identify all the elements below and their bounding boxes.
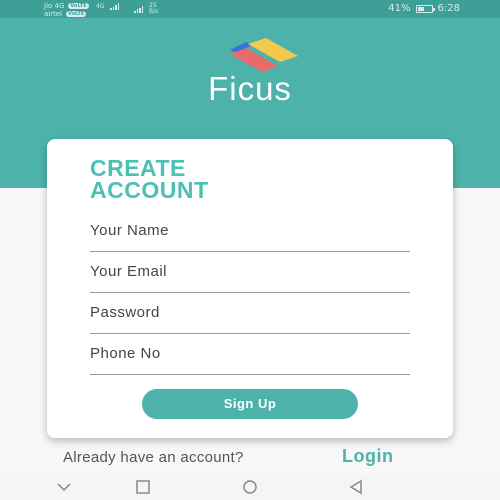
name-field-placeholder: Your Name [90, 222, 169, 239]
sign-up-button[interactable]: Sign Up [142, 389, 358, 419]
status-bar: Jio 4G VoLTE airtel VoLTE 4G 25 B/s 41% … [0, 0, 500, 18]
form-title: CREATE ACCOUNT [90, 155, 330, 203]
login-prompt: Already have an account? [63, 449, 244, 466]
sim2-volte-badge: VoLTE [66, 11, 87, 17]
create-account-card: CREATE ACCOUNT Your Name Your Email Pass… [47, 139, 453, 438]
back-triangle-icon[interactable] [348, 479, 364, 495]
network-status: 4G [96, 3, 120, 10]
email-field[interactable]: Your Email [90, 262, 410, 293]
password-field[interactable]: Password [90, 303, 410, 334]
password-field-placeholder: Password [90, 304, 160, 321]
battery-icon [415, 4, 435, 13]
status-right: 41% 6:28 [388, 3, 460, 14]
square-icon[interactable] [135, 479, 151, 495]
sim2-carrier: airtel [44, 10, 63, 18]
secondary-signal: 25 B/s [134, 3, 158, 15]
signal-icon [110, 3, 120, 10]
network-type: 4G [96, 3, 105, 10]
phone-field-placeholder: Phone No [90, 345, 161, 362]
circle-icon[interactable] [242, 479, 258, 495]
sim1-status: Jio 4G VoLTE [44, 2, 89, 10]
app-screen: Jio 4G VoLTE airtel VoLTE 4G 25 B/s 41% … [0, 0, 500, 500]
chevron-down-icon[interactable] [56, 479, 72, 495]
sim1-volte-badge: VoLTE [68, 3, 89, 9]
form-title-line1: CREATE [90, 155, 186, 181]
system-navigation-bar [0, 475, 500, 500]
form-title-line2: ACCOUNT [90, 177, 209, 203]
speed-unit: B/s [149, 8, 159, 15]
signal-icon-2 [134, 5, 143, 13]
sim2-status: airtel VoLTE [44, 10, 87, 18]
app-name: Ficus [208, 70, 292, 107]
battery-percent: 41% [388, 3, 411, 14]
login-link[interactable]: Login [342, 446, 393, 467]
email-field-placeholder: Your Email [90, 263, 167, 280]
phone-field[interactable]: Phone No [90, 344, 410, 375]
clock: 6:28 [437, 3, 460, 14]
name-field[interactable]: Your Name [90, 221, 410, 252]
network-speed: 25 B/s [149, 3, 158, 15]
sim1-carrier: Jio 4G [44, 2, 65, 10]
